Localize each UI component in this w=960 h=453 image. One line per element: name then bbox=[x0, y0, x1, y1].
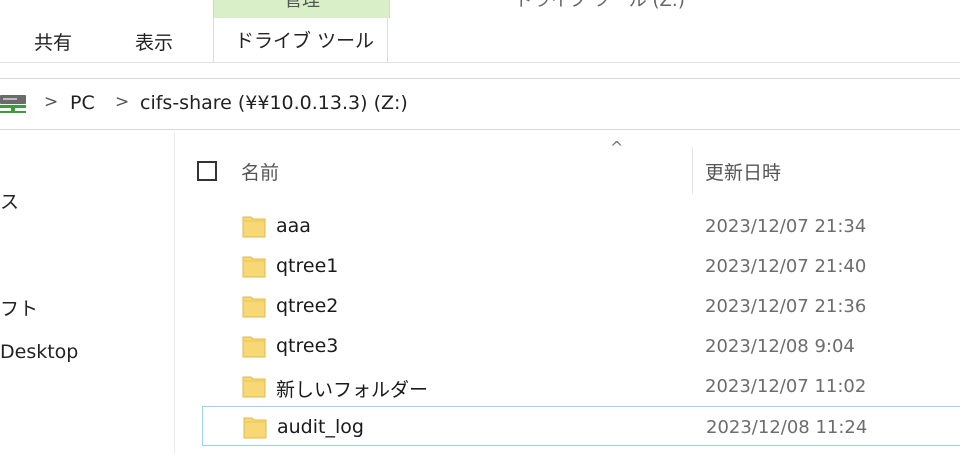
file-name: aaa bbox=[276, 215, 311, 237]
file-modified: 2023/12/07 21:36 bbox=[705, 296, 867, 317]
folder-icon bbox=[242, 376, 266, 398]
breadcrumb-pc[interactable]: PC bbox=[70, 92, 95, 114]
file-row-selected[interactable]: audit_log 2023/12/08 11:24 bbox=[202, 406, 960, 446]
file-name: 新しいフォルダー bbox=[276, 379, 429, 401]
column-header: ^ 名前 更新日時 bbox=[175, 138, 960, 200]
network-drive-icon bbox=[0, 95, 26, 113]
nav-item-quick-access[interactable]: ス bbox=[0, 187, 19, 214]
file-row[interactable]: aaa 2023/12/07 21:34 bbox=[202, 206, 960, 246]
ribbon: 管理 ドライブ ツール (Z:) 共有 表示 ドライブ ツール bbox=[0, 0, 960, 63]
context-tab-group-manage[interactable]: 管理 bbox=[213, 0, 390, 18]
column-header-modified[interactable]: 更新日時 bbox=[705, 158, 781, 185]
context-group-label: 管理 bbox=[284, 0, 320, 11]
folder-icon bbox=[242, 336, 266, 358]
folder-icon bbox=[243, 417, 267, 439]
file-modified: 2023/12/07 11:02 bbox=[705, 376, 867, 397]
breadcrumb-separator[interactable]: > bbox=[44, 92, 58, 112]
file-modified: 2023/12/08 11:24 bbox=[706, 417, 868, 438]
sort-ascending-icon: ^ bbox=[610, 138, 624, 157]
breadcrumb-separator[interactable]: > bbox=[115, 92, 129, 112]
folder-icon bbox=[242, 296, 266, 318]
ribbon-divider bbox=[0, 62, 960, 63]
breadcrumb-cifs-share[interactable]: cifs-share (¥¥10.0.13.3) (Z:) bbox=[140, 92, 408, 114]
navigation-pane: ス フト Desktop bbox=[0, 131, 174, 453]
context-tools-title: ドライブ ツール (Z:) bbox=[515, 0, 685, 11]
file-row[interactable]: qtree2 2023/12/07 21:36 bbox=[202, 286, 960, 326]
column-header-name[interactable]: 名前 bbox=[241, 158, 279, 185]
file-name: audit_log bbox=[277, 416, 364, 438]
tab-share[interactable]: 共有 bbox=[34, 26, 72, 62]
nav-item-desktop[interactable]: Desktop bbox=[0, 341, 78, 363]
file-row[interactable]: qtree1 2023/12/07 21:40 bbox=[202, 246, 960, 286]
file-name: qtree3 bbox=[276, 335, 339, 357]
file-modified: 2023/12/08 9:04 bbox=[705, 336, 855, 357]
column-resize-handle[interactable] bbox=[692, 147, 693, 194]
file-row[interactable]: 新しいフォルダー 2023/12/07 11:02 bbox=[202, 366, 960, 406]
tab-drive-tools[interactable]: ドライブ ツール bbox=[213, 18, 388, 63]
file-row[interactable]: qtree3 2023/12/08 9:04 bbox=[202, 326, 960, 366]
address-bar[interactable]: > PC > cifs-share (¥¥10.0.13.3) (Z:) bbox=[0, 78, 960, 130]
folder-icon bbox=[242, 256, 266, 278]
nav-item-microsoft[interactable]: フト bbox=[0, 294, 38, 321]
file-name: qtree1 bbox=[276, 255, 339, 277]
folder-icon bbox=[242, 216, 266, 238]
file-modified: 2023/12/07 21:40 bbox=[705, 256, 867, 277]
file-modified: 2023/12/07 21:34 bbox=[705, 216, 867, 237]
file-name: qtree2 bbox=[276, 295, 339, 317]
select-all-checkbox[interactable] bbox=[197, 161, 217, 181]
tab-view[interactable]: 表示 bbox=[135, 26, 173, 62]
